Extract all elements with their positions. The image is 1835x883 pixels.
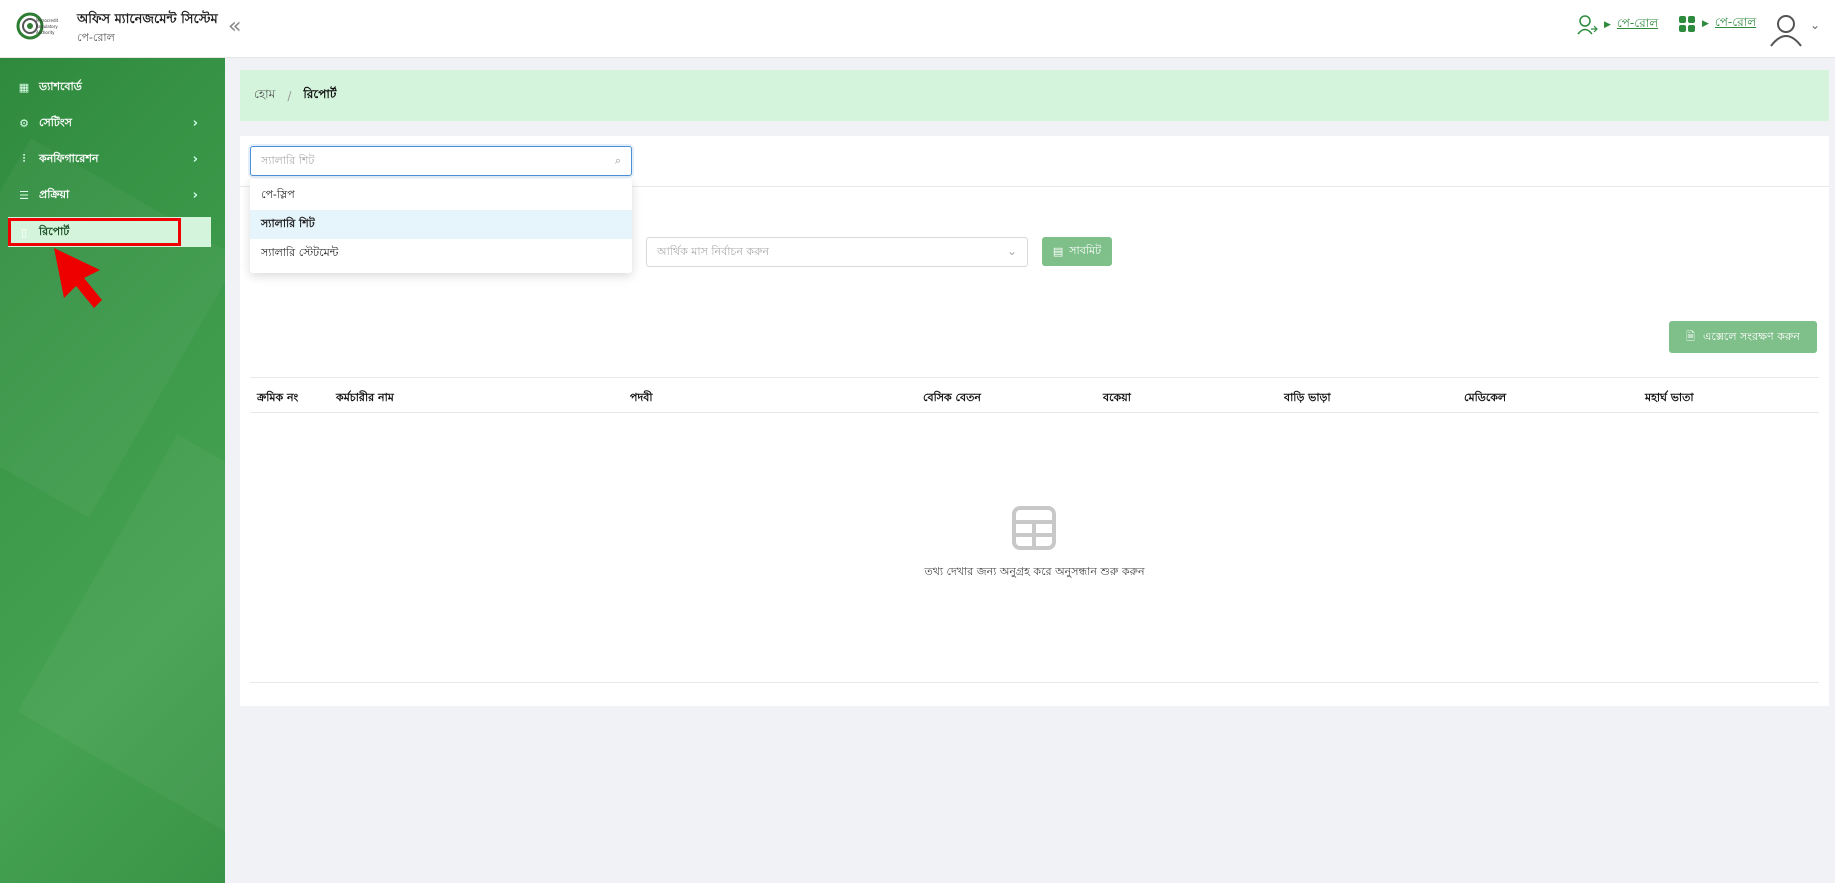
red-arrow-pointer-icon (54, 248, 102, 308)
report-card: স্যালারি শিট ⌕ পে-স্লিপ স্যালারি শিট স্য… (240, 136, 1829, 706)
sidebar-item-label: প্রক্রিয়া (39, 187, 70, 201)
sidebar-item-configuration[interactable]: ⫶ কনফিগারেশন › (0, 145, 210, 173)
report-type-select[interactable]: স্যালারি শিট ⌕ (250, 146, 632, 176)
module-switch-2[interactable]: ▶ পে-রোল (1678, 14, 1756, 34)
fiscal-month-placeholder: আর্থিক মাস নির্বাচন করুন (657, 244, 770, 258)
filter-icon: ☰ (19, 188, 29, 202)
apps-grid-icon (1679, 16, 1695, 32)
empty-state-text: তথ্য দেখার জন্য অনুগ্রহ করে অনুসন্ধান শু… (924, 565, 1145, 578)
column-header: মহার্ঘ ভাতা (1645, 391, 1694, 404)
highlight-box (8, 218, 181, 246)
app-title: অফিস ম্যানেজমেন্ট সিস্টেম (77, 12, 218, 27)
column-header: বাড়ি ভাড়া (1284, 391, 1331, 404)
dropdown-option[interactable]: পে-স্লিপ (250, 181, 632, 210)
fiscal-month-select[interactable]: আর্থিক মাস নির্বাচন করুন ⌄ (646, 237, 1028, 267)
breadcrumb-home[interactable]: হোম (254, 86, 275, 106)
report-type-dropdown: পে-স্লিপ স্যালারি শিট স্যালারি স্টেটমেন্… (250, 179, 632, 273)
svg-text:Authority: Authority (36, 30, 55, 35)
calendar-icon: ▤ (1052, 245, 1064, 258)
module-link-2[interactable]: পে-রোল (1715, 14, 1756, 34)
sidebar-item-dashboard[interactable]: ▦ ড্যাশবোর্ড (0, 73, 210, 101)
dropdown-option-selected[interactable]: স্যালারি শিট (250, 210, 632, 239)
gear-icon: ⚙ (19, 116, 29, 130)
svg-text:Regulatory: Regulatory (36, 24, 58, 29)
table-header: ক্রমিক নং কর্মচারীর নাম পদবী বেসিক বেতন … (250, 377, 1819, 413)
dashboard-icon: ▦ (18, 80, 30, 94)
chevron-down-icon[interactable]: ⌄ (1810, 18, 1820, 32)
column-header: পদবী (630, 391, 653, 404)
caret-right-icon: ▶ (1604, 20, 1611, 30)
breadcrumb-separator: / (287, 88, 292, 103)
sidebar-item-label: ড্যাশবোর্ড (39, 79, 82, 93)
caret-right-icon: ▶ (1702, 19, 1709, 29)
column-header: বেসিক বেতন (923, 391, 981, 404)
sidebar-item-process[interactable]: ☰ প্রক্রিয়া › (0, 181, 210, 209)
column-header: ক্রমিক নং (257, 391, 299, 404)
export-excel-label: এক্সেলে সংরক্ষণ করুন (1703, 329, 1800, 343)
double-chevron-left-icon[interactable]: « (228, 14, 241, 39)
logo: Microcredit Regulatory Authority (16, 12, 59, 40)
user-avatar-icon[interactable] (1768, 12, 1804, 48)
svg-text:Microcredit: Microcredit (36, 18, 59, 23)
sidebar-item-settings[interactable]: ⚙ সেটিংস › (0, 109, 210, 137)
sidebar-decoration (17, 434, 225, 842)
chevron-right-icon: › (192, 151, 198, 167)
breadcrumb: হোম / রিপোর্ট (240, 70, 1829, 121)
sidebar-item-label: সেটিংস (39, 115, 72, 129)
breadcrumb-current: রিপোর্ট (303, 86, 337, 101)
module-link-1[interactable]: পে-রোল (1617, 15, 1658, 35)
submit-label: সাবমিট (1069, 244, 1102, 257)
submit-button[interactable]: ▤ সাবমিট (1042, 237, 1112, 266)
chevron-right-icon: › (192, 115, 198, 131)
chevron-right-icon: › (192, 187, 198, 203)
user-switch-icon (1577, 15, 1598, 35)
top-header: Microcredit Regulatory Authority অফিস ম্… (0, 0, 1835, 58)
column-header: কর্মচারীর নাম (336, 391, 394, 404)
app-subtitle: পে-রোল (77, 31, 115, 44)
report-type-placeholder: স্যালারি শিট (261, 153, 315, 167)
dropdown-option[interactable]: স্যালারি স্টেটমেন্ট (250, 239, 632, 268)
excel-file-icon: 🗎 (1686, 329, 1696, 343)
empty-state: তথ্য দেখার জন্য অনুগ্রহ করে অনুসন্ধান শু… (250, 413, 1819, 683)
sliders-icon: ⫶ (22, 152, 26, 165)
table-icon (1012, 506, 1056, 550)
export-excel-button[interactable]: 🗎 এক্সেলে সংরক্ষণ করুন (1669, 321, 1817, 353)
sidebar: ▦ ড্যাশবোর্ড ⚙ সেটিংস › ⫶ কনফিগারেশন › ☰… (0, 58, 225, 883)
module-switch-1[interactable]: ▶ পে-রোল (1576, 14, 1658, 36)
chevron-down-icon: ⌄ (1006, 244, 1017, 258)
search-icon: ⌕ (614, 154, 621, 167)
column-header: মেডিকেল (1464, 391, 1507, 404)
sidebar-item-label: কনফিগারেশন (39, 151, 99, 165)
column-header: বকেয়া (1103, 391, 1131, 404)
